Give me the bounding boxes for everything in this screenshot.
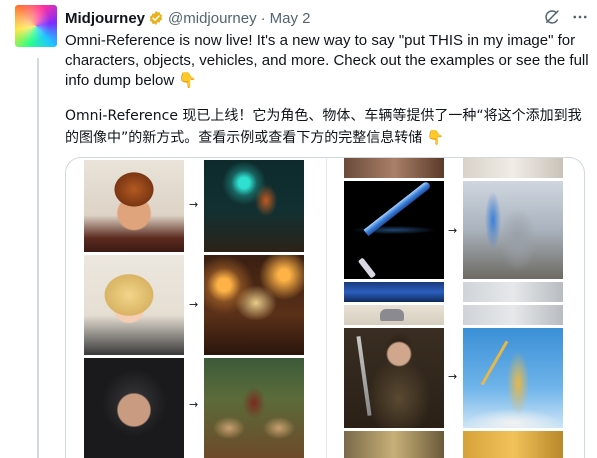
tweet-date[interactable]: May 2 [270,10,311,27]
reference-photo-blue-object [344,282,444,302]
tweet-header: Midjourney @midjourney · May 2 [65,8,310,28]
author-handle[interactable]: @midjourney [168,10,257,27]
tweet-text-chinese: Omni-Reference 现已上线！它为角色、物体、车辆等提供了一种“将这个… [65,108,582,146]
tweet-media-image[interactable]: → → → → → [65,157,585,458]
separator-dot: · [260,9,266,27]
verified-badge-icon [149,11,163,25]
result-photo-grey-lower [463,305,563,325]
result-photo-cozy-interior [204,255,304,355]
author-avatar[interactable] [15,5,57,47]
result-photo-grey-scene [463,282,563,302]
arrow-icon: → [189,398,199,411]
result-photo-dark-scene [204,160,304,252]
arrow-icon: → [189,198,199,211]
reference-photo-cropped-top [344,158,444,178]
sword-blade [363,181,432,237]
reference-photo-curly-hair-teen [84,160,184,252]
warrior-sword [356,336,372,416]
reference-photo-figure-feet [344,305,444,325]
media-divider [326,158,327,458]
tweet-text-english: Omni-Reference is now live! It's a new w… [65,32,589,89]
reference-photo-elderly-woman [84,358,184,458]
reference-photo-blonde-woman [84,255,184,355]
reference-photo-warrior-woman [344,328,444,428]
result-photo-cropped-top [463,158,563,178]
result-photo-golden-statue [463,328,563,428]
arrow-icon: → [448,224,458,237]
reference-photo-blue-sword [344,181,444,279]
tweet-body: Omni-Reference is now live! It's a new w… [65,31,590,149]
sword-hilt [357,257,377,279]
tweet-actions-top [543,8,589,26]
thread-line [37,58,39,458]
statue-sword [480,340,509,386]
result-photo-armored-knight [463,181,563,279]
more-options-icon[interactable] [571,8,589,26]
grok-icon[interactable] [543,8,561,26]
result-photo-dog-sled [204,358,304,458]
author-name[interactable]: Midjourney [65,10,145,27]
arrow-icon: → [189,298,199,311]
reference-photo-cropped-bottom [344,431,444,458]
arrow-icon: → [448,370,458,383]
result-photo-cropped-bottom [463,431,563,458]
